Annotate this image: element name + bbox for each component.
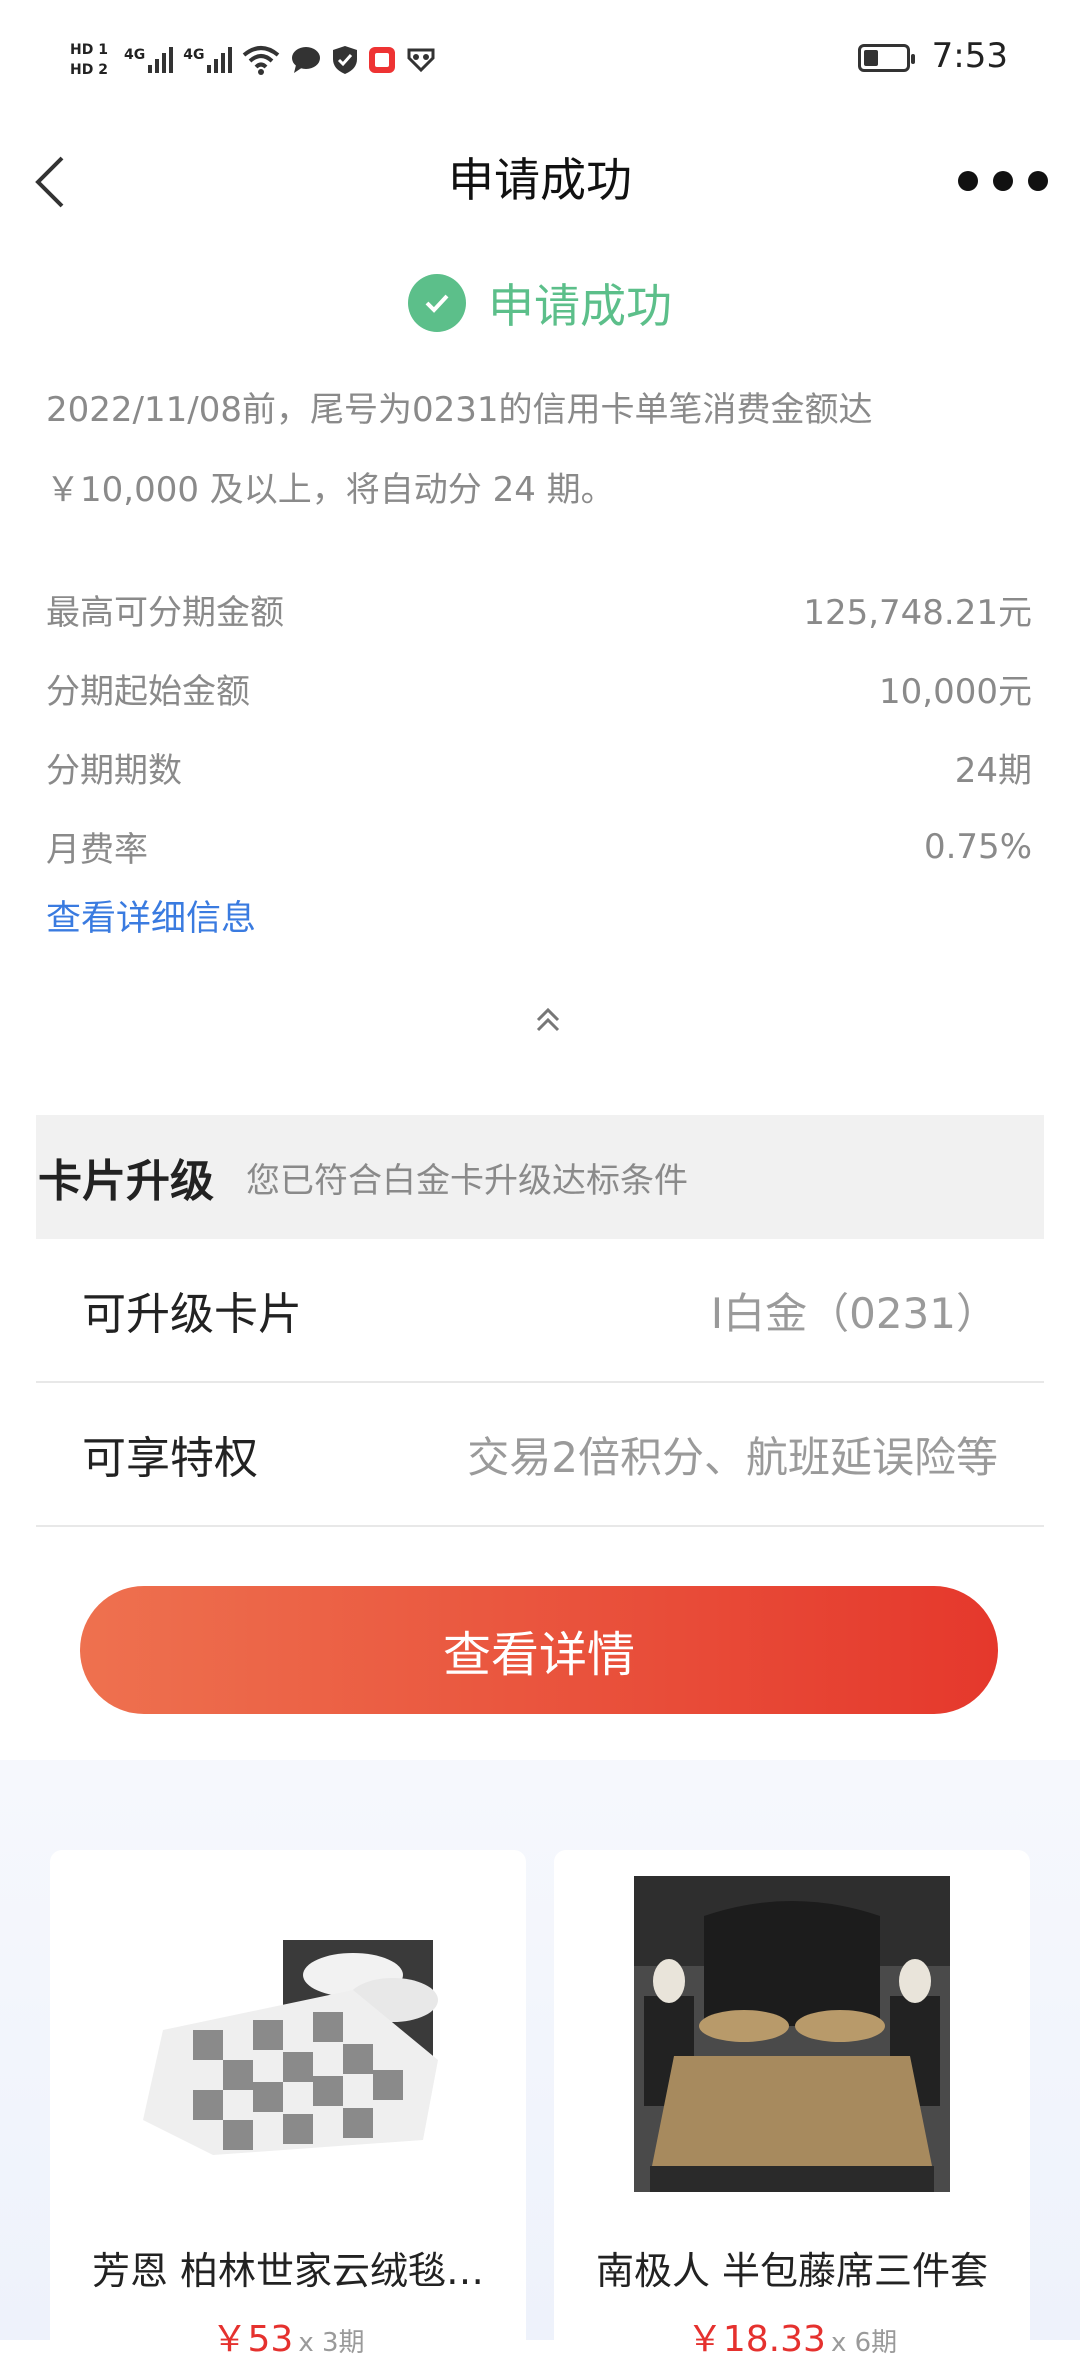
detail-value: 125,748.21元 <box>803 593 1032 633</box>
more-dots-icon <box>958 171 978 191</box>
detail-row: 分期起始金额 10,000元 <box>46 649 1032 728</box>
clock: 7:53 <box>931 36 1008 76</box>
detail-value: 0.75% <box>923 826 1032 867</box>
success-header: 申请成功 <box>0 270 1080 336</box>
hd1-label: HD 1 <box>70 42 108 58</box>
details-list: 最高可分期金额 125,748.21元 分期起始金额 10,000元 分期期数 … <box>46 570 1032 886</box>
collapse-button[interactable] <box>526 998 570 1042</box>
detail-value: 24期 <box>954 751 1032 791</box>
detail-label: 最高可分期金额 <box>46 593 284 633</box>
detail-value: 10,000元 <box>879 672 1032 712</box>
app-outline-icon <box>407 48 435 73</box>
privilege-label: 可享特权 <box>82 1433 258 1484</box>
chevron-up-icon <box>536 1007 560 1032</box>
status-icons: HD 1 HD 2 4G 4G <box>70 30 436 90</box>
view-details-link[interactable]: 查看详细信息 <box>46 890 256 941</box>
detail-label: 分期起始金额 <box>46 672 250 712</box>
blanket-product-image <box>143 1940 438 2155</box>
upgrade-header: 卡片升级 您已符合白金卡升级达标条件 <box>36 1115 1044 1239</box>
upgradable-card-label: 可升级卡片 <box>82 1289 302 1340</box>
more-button[interactable] <box>958 156 1048 206</box>
mat-product-image <box>634 1876 950 2192</box>
detail-label: 月费率 <box>46 830 148 870</box>
hd-indicator: HD 1 HD 2 <box>70 38 114 82</box>
installment-count: x 6期 <box>830 2328 898 2358</box>
description-line-2: ￥10,000 及以上，将自动分 24 期。 <box>46 470 615 510</box>
privilege-value: 交易2倍积分、航班延误险等 <box>467 1432 998 1482</box>
upgrade-subtitle: 您已符合白金卡升级达标条件 <box>246 1160 688 1201</box>
more-dot <box>993 171 1013 191</box>
more-dot <box>1028 171 1048 191</box>
view-detail-button[interactable]: 查看详情 <box>80 1586 998 1714</box>
check-circle-icon <box>408 274 466 332</box>
detail-row: 月费率 0.75% <box>46 807 1032 886</box>
installment-count: x 3期 <box>298 2328 365 2358</box>
upgradable-card-row: 可升级卡片 I白金（0231） <box>36 1239 1044 1383</box>
shield-icon <box>333 46 358 74</box>
status-bar: HD 1 HD 2 4G 4G 7:53 <box>0 0 1080 120</box>
success-text: 申请成功 <box>488 279 672 333</box>
product-price: ￥53 x 3期 <box>50 2310 526 2362</box>
detail-label: 分期期数 <box>46 751 182 791</box>
net-label-2: 4G <box>183 47 205 63</box>
signal-icon-2: 4G <box>183 47 233 73</box>
battery-icon <box>858 44 915 72</box>
net-label: 4G <box>124 47 146 63</box>
detail-row: 分期期数 24期 <box>46 728 1032 807</box>
page-title: 申请成功 <box>448 153 632 207</box>
wifi-icon <box>243 46 280 75</box>
product-price: ￥18.33 x 6期 <box>554 2310 1030 2362</box>
description-line-1: 2022/11/08前，尾号为0231的信用卡单笔消费金额达 <box>46 390 873 430</box>
product-title: 芳恩 柏林世家云绒毯… <box>91 2249 485 2293</box>
description: 2022/11/08前，尾号为0231的信用卡单笔消费金额达 ￥10,000 及… <box>46 370 1046 530</box>
upgradable-card-value: I白金（0231） <box>710 1288 998 1338</box>
back-arrow-icon <box>35 156 64 208</box>
message-icon <box>292 47 321 73</box>
view-detail-button-label: 查看详情 <box>442 1627 635 1683</box>
nav-bar: 申请成功 <box>0 120 1080 240</box>
detail-row: 最高可分期金额 125,748.21元 <box>46 570 1032 649</box>
signal-icon: 4G <box>124 47 174 73</box>
app-red-icon <box>369 47 396 73</box>
privilege-row: 可享特权 交易2倍积分、航班延误险等 <box>36 1383 1044 1527</box>
upgrade-title: 卡片升级 <box>38 1156 214 1207</box>
product-card[interactable]: 南极人 半包藤席三件套 ￥18.33 x 6期 <box>554 1850 1030 2370</box>
product-title: 南极人 半包藤席三件套 <box>595 2249 989 2293</box>
back-button[interactable] <box>30 130 90 230</box>
product-card[interactable]: 芳恩 柏林世家云绒毯… ￥53 x 3期 <box>50 1850 526 2370</box>
hd2-label: HD 2 <box>70 62 108 78</box>
